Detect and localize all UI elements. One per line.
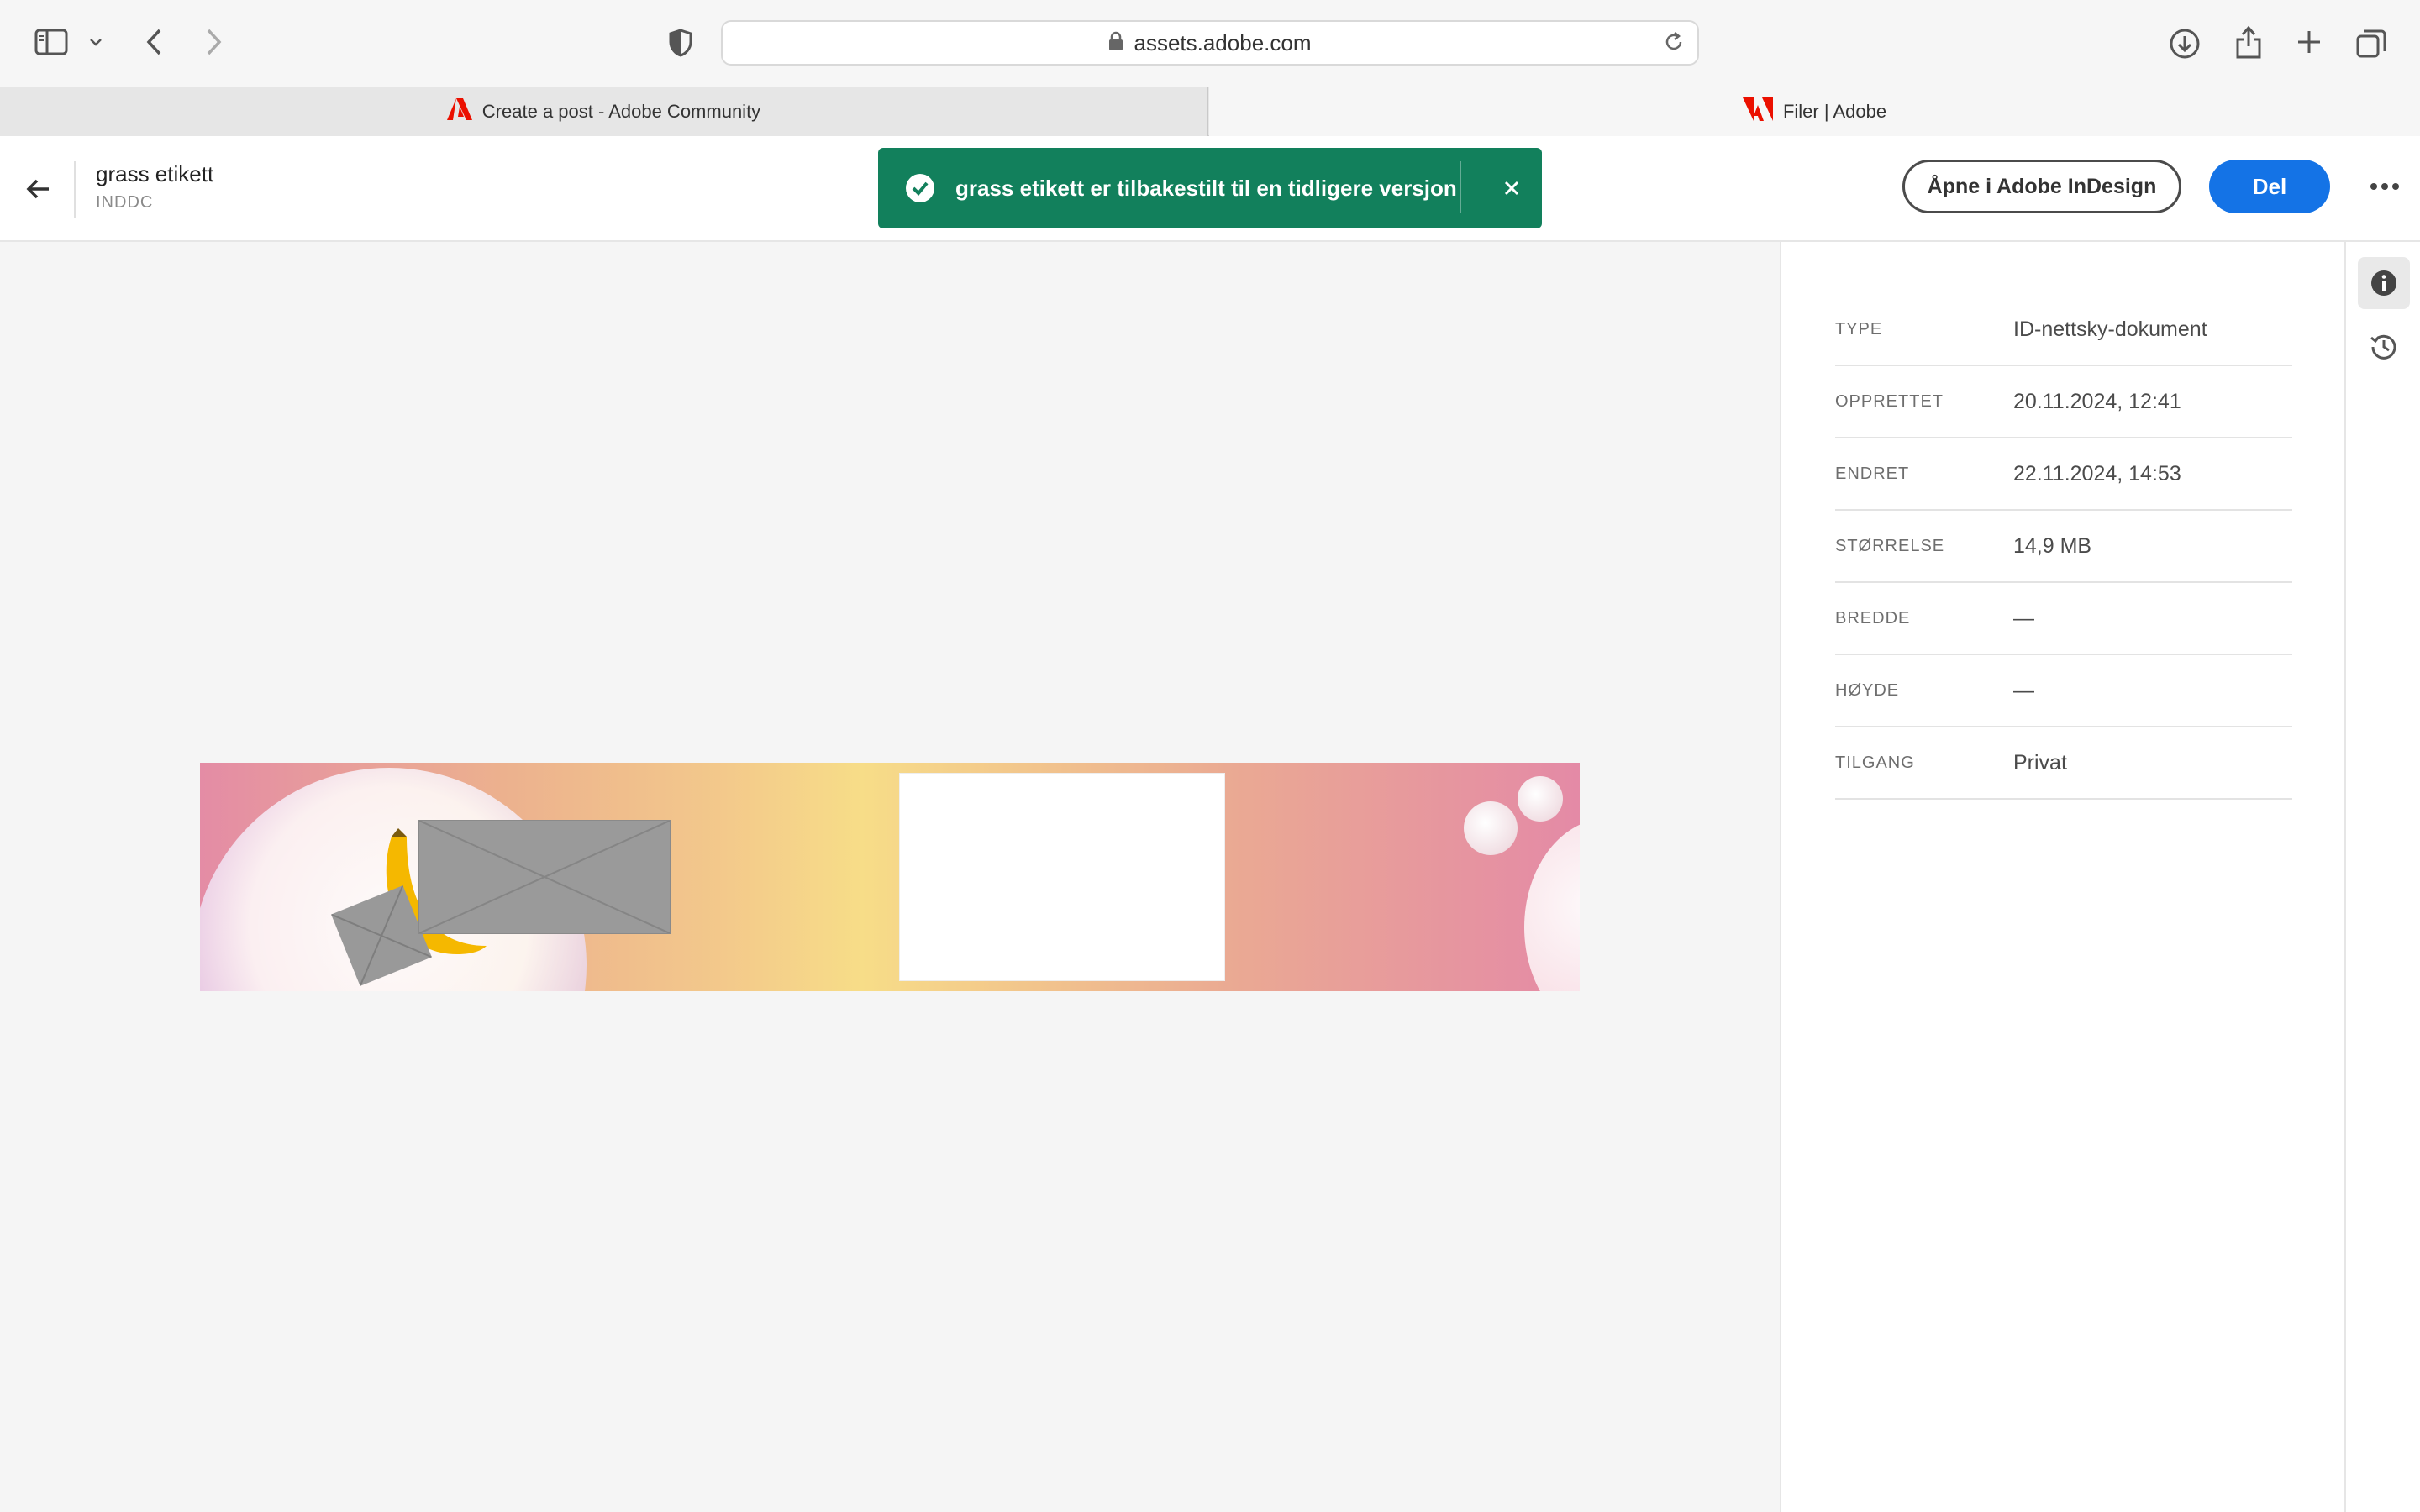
share-button[interactable]: Del — [2209, 160, 2330, 213]
info-label: ENDRET — [1835, 464, 1910, 483]
info-label: TILGANG — [1835, 753, 1915, 772]
download-icon[interactable] — [2166, 25, 2203, 62]
url-text: assets.adobe.com — [1134, 29, 1312, 55]
tab-bar: Create a post - Adobe Community Filer | … — [0, 87, 2420, 136]
chevron-down-icon[interactable] — [86, 32, 106, 52]
adobe-logo-icon — [446, 98, 472, 125]
new-tab-icon[interactable] — [2292, 25, 2326, 59]
toast-message: grass etikett er tilbakestilt til en tid… — [955, 175, 1457, 201]
document-title: grass etikett — [96, 161, 214, 186]
checkmark-circle-icon — [905, 173, 935, 203]
toast-divider — [1460, 161, 1461, 213]
info-row-modified: ENDRET 22.11.2024, 14:53 — [1835, 438, 2292, 511]
bubble-graphic — [1464, 801, 1518, 855]
tab-filer-adobe[interactable]: Filer | Adobe — [1209, 87, 2420, 136]
info-value: 20.11.2024, 12:41 — [2013, 389, 2181, 413]
info-value: — — [2013, 678, 2034, 702]
tab-title: Create a post - Adobe Community — [481, 101, 761, 122]
bubble-graphic — [1518, 776, 1563, 822]
info-row-height: HØYDE — — [1835, 655, 2292, 727]
info-label: OPPRETTET — [1835, 391, 1944, 411]
info-icon[interactable] — [2358, 257, 2410, 309]
forward-nav-icon[interactable] — [198, 25, 229, 59]
address-bar[interactable]: assets.adobe.com — [721, 20, 1699, 66]
info-value: Privat — [2013, 750, 2067, 774]
back-arrow-icon[interactable] — [20, 171, 55, 207]
tab-adobe-community[interactable]: Create a post - Adobe Community — [0, 87, 1208, 136]
open-in-indesign-button[interactable]: Åpne i Adobe InDesign — [1902, 160, 2181, 213]
info-panel: TYPE ID-nettsky-dokument OPPRETTET 20.11… — [1780, 242, 2344, 1512]
browser-toolbar: assets.adobe.com — [0, 0, 2420, 87]
bubble-graphic — [1524, 818, 1580, 991]
info-row-access: TILGANG Privat — [1835, 727, 2292, 800]
image-placeholder — [418, 820, 671, 934]
info-row-created: OPPRETTET 20.11.2024, 12:41 — [1835, 366, 2292, 438]
side-rail — [2344, 242, 2420, 1512]
info-label: HØYDE — [1835, 680, 1900, 700]
info-value: — — [2013, 606, 2034, 630]
info-label: STØRRELSE — [1835, 536, 1945, 555]
info-value: ID-nettsky-dokument — [2013, 317, 2207, 341]
share-icon[interactable] — [2230, 24, 2267, 60]
info-row-size: STØRRELSE 14,9 MB — [1835, 511, 2292, 583]
header-divider — [74, 161, 76, 218]
lock-icon — [1108, 31, 1123, 55]
sidebar-toggle-icon[interactable] — [32, 25, 71, 59]
document-preview — [0, 242, 1780, 1512]
success-toast: grass etikett er tilbakestilt til en tid… — [878, 148, 1542, 228]
tab-title: Filer | Adobe — [1782, 101, 1887, 122]
document-type: INDDC — [96, 193, 154, 212]
info-row-width: BREDDE — — [1835, 583, 2292, 655]
text-frame-placeholder — [899, 773, 1225, 981]
reload-icon[interactable] — [1662, 30, 1686, 58]
close-icon[interactable] — [1497, 173, 1527, 203]
info-label: BREDDE — [1835, 608, 1911, 627]
version-history-icon[interactable] — [2358, 321, 2410, 373]
tab-overview-icon[interactable] — [2353, 25, 2390, 62]
preview-image — [200, 763, 1580, 991]
info-row-type: TYPE ID-nettsky-dokument — [1835, 294, 2292, 366]
info-label: TYPE — [1835, 319, 1883, 339]
info-value: 22.11.2024, 14:53 — [2013, 461, 2181, 486]
privacy-shield-icon[interactable] — [666, 27, 696, 59]
app-header: grass etikett INDDC grass etikett er til… — [0, 136, 2420, 242]
info-value: 14,9 MB — [2013, 533, 2092, 558]
back-nav-icon[interactable] — [139, 25, 170, 59]
adobe-logo-icon — [1742, 97, 1773, 126]
more-options-icon[interactable] — [2368, 170, 2402, 203]
